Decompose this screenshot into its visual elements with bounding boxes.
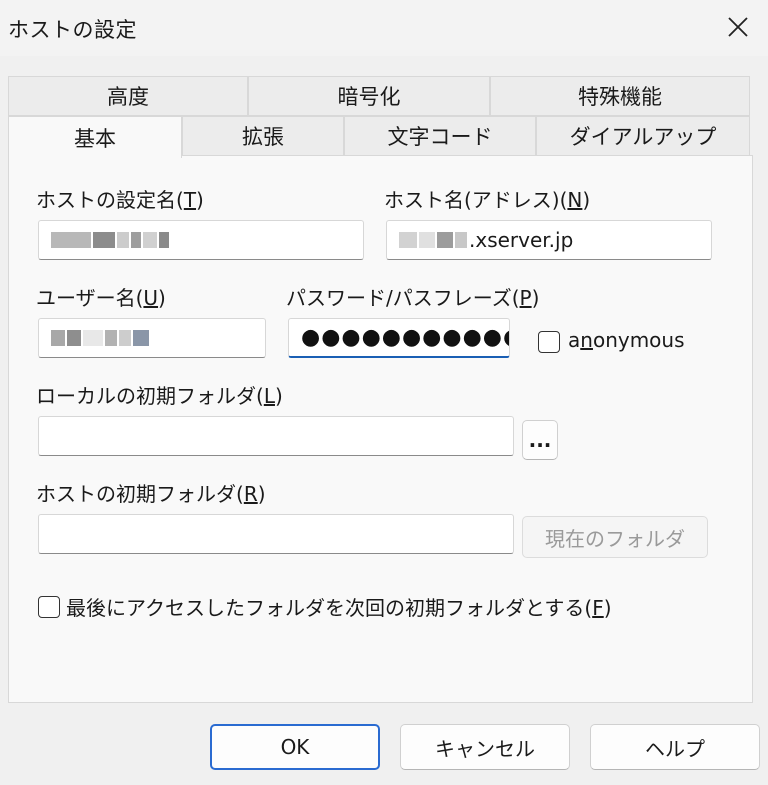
host-setting-name-input[interactable] <box>38 220 364 260</box>
tab-dialup[interactable]: ダイアルアップ <box>536 116 750 156</box>
password-input[interactable]: ●●●●●●●●●●● <box>288 318 510 358</box>
title-bar: ホストの設定 <box>0 0 768 56</box>
host-folder-input[interactable] <box>38 514 514 554</box>
password-label: パスワード/パスフレーズ(P) <box>286 286 540 310</box>
tab-basic[interactable]: 基本 <box>8 116 182 158</box>
host-name-label: ホスト名(アドレス)(N) <box>384 188 591 212</box>
host-name-value: .xserver.jp <box>469 228 574 252</box>
anonymous-label[interactable]: anonymous <box>568 328 685 352</box>
user-name-label: ユーザー名(U) <box>36 286 166 310</box>
tab-encryption[interactable]: 暗号化 <box>248 76 490 116</box>
help-button[interactable]: ヘルプ <box>590 724 760 770</box>
current-folder-button[interactable]: 現在のフォルダ <box>522 516 708 558</box>
redacted-text <box>51 330 65 346</box>
tab-advanced[interactable]: 高度 <box>8 76 248 116</box>
redacted-text <box>399 232 417 248</box>
local-folder-label: ローカルの初期フォルダ(L) <box>36 384 283 408</box>
window-title: ホストの設定 <box>8 18 137 42</box>
anonymous-checkbox[interactable] <box>538 331 560 353</box>
host-setting-name-label: ホストの設定名(T) <box>36 188 204 212</box>
close-icon <box>728 17 748 37</box>
local-folder-input[interactable] <box>38 416 514 456</box>
user-name-input[interactable] <box>38 318 266 358</box>
tab-character-code[interactable]: 文字コード <box>344 116 536 156</box>
ok-button[interactable]: OK <box>210 724 380 770</box>
last-folder-checkbox[interactable] <box>38 596 60 618</box>
last-folder-label[interactable]: 最後にアクセスしたフォルダを次回の初期フォルダとする(F) <box>66 592 612 621</box>
redacted-text <box>51 232 91 248</box>
host-folder-label: ホストの初期フォルダ(R) <box>36 482 266 506</box>
cancel-button[interactable]: キャンセル <box>400 724 570 770</box>
tab-extended[interactable]: 拡張 <box>182 116 344 156</box>
password-masked-value: ●●●●●●●●●●● <box>301 325 510 350</box>
tab-special-features[interactable]: 特殊機能 <box>490 76 750 116</box>
browse-local-folder-button[interactable]: ... <box>522 420 558 460</box>
close-button[interactable] <box>712 4 764 50</box>
host-name-input[interactable]: .xserver.jp <box>386 220 712 260</box>
